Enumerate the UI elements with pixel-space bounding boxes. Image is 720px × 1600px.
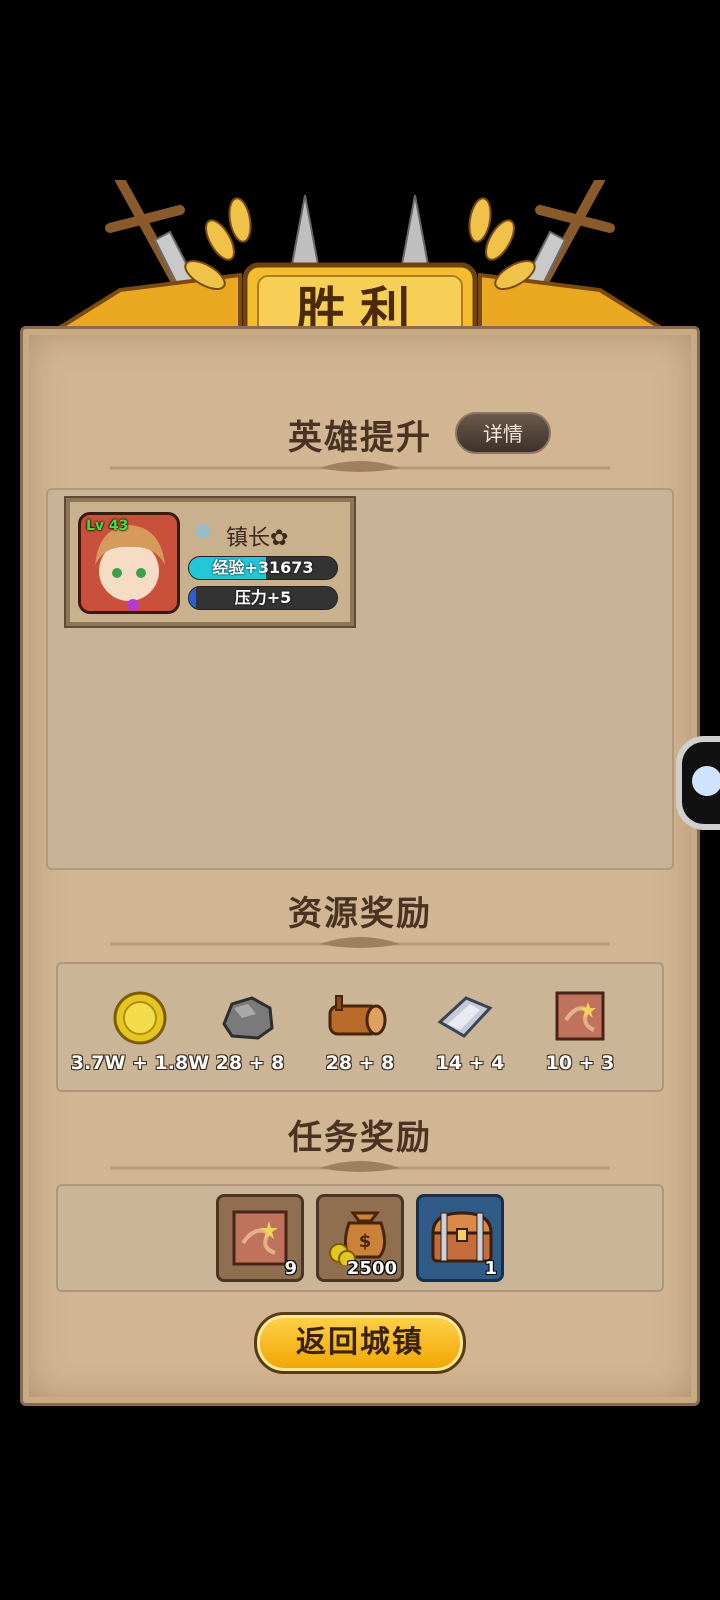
section-divider xyxy=(110,1161,610,1172)
section-divider xyxy=(110,461,610,472)
side-floating-tab[interactable] xyxy=(676,736,720,830)
exp-label: 经验+31673 xyxy=(212,558,314,577)
task-section-title: 任务奖励 xyxy=(288,1118,432,1158)
assistant-icon xyxy=(692,766,720,796)
hero-name: 镇长✿ xyxy=(226,520,288,552)
cloth-scroll-icon xyxy=(555,991,605,1041)
hero-name-text: 镇长 xyxy=(226,526,271,551)
svg-text:$: $ xyxy=(359,1231,372,1252)
section-divider xyxy=(110,937,610,948)
gold-coin-icon xyxy=(113,991,167,1045)
task-reward-slot[interactable]: 1 xyxy=(416,1194,504,1282)
wood-log-icon xyxy=(328,995,387,1036)
task-reward-count: 1 xyxy=(484,1258,497,1279)
hero-level: Lv 43 xyxy=(86,518,129,534)
pressure-bar: 压力+5 xyxy=(188,586,338,610)
return-to-town-button[interactable]: 返回城镇 xyxy=(254,1312,466,1374)
snowflake-icon: ❄ xyxy=(194,520,213,545)
stone-ore-icon xyxy=(222,996,274,1040)
task-reward-count: 9 xyxy=(284,1258,297,1279)
exp-bar: 经验+31673 xyxy=(188,556,338,580)
cloth-scroll-icon xyxy=(232,1210,288,1266)
task-reward-slot[interactable]: 9 xyxy=(216,1194,304,1282)
treasure-chest-icon xyxy=(431,1211,493,1263)
hero-section-title: 英雄提升 xyxy=(288,418,432,458)
flower-icon: ✿ xyxy=(270,526,289,551)
details-button[interactable]: 详情 xyxy=(455,412,551,454)
money-bag-icon: $ xyxy=(329,1211,386,1265)
resource-section-title: 资源奖励 xyxy=(288,894,432,934)
resource-label: 10 + 3 xyxy=(545,1052,615,1074)
task-reward-count: 2500 xyxy=(346,1258,397,1279)
task-reward-slot[interactable]: $ 2500 xyxy=(316,1194,404,1282)
pressure-label: 压力+5 xyxy=(234,588,292,607)
iron-ingot-icon xyxy=(437,996,493,1038)
